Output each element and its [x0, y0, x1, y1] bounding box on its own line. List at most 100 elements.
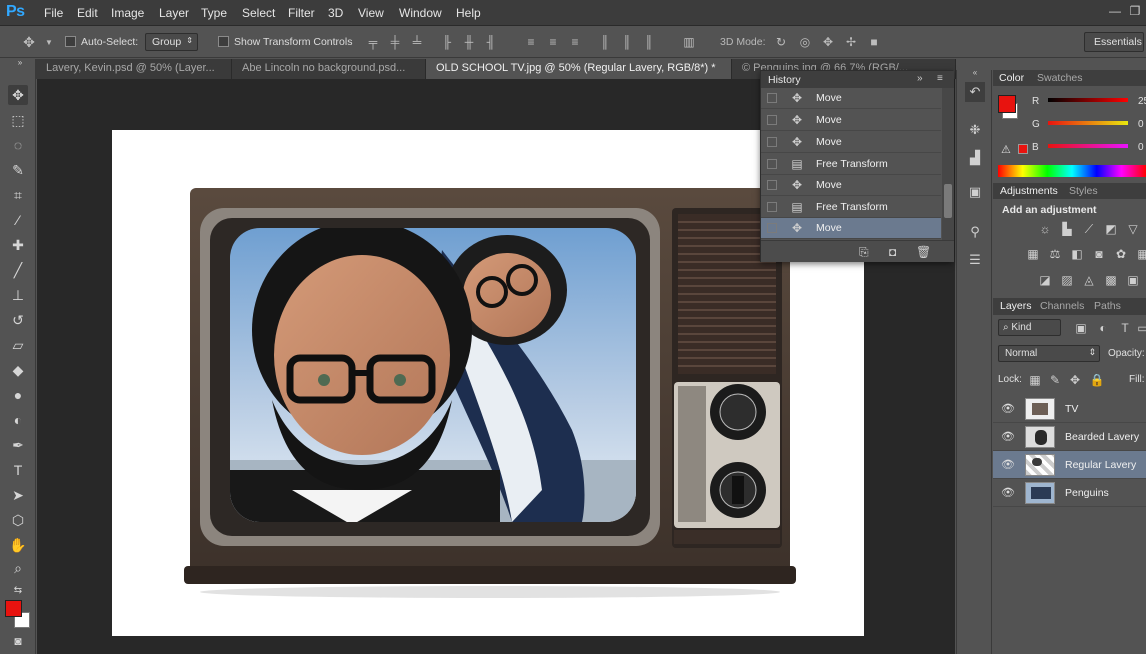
scrollbar-thumb[interactable]: [944, 184, 952, 218]
menu-type[interactable]: Type: [201, 6, 227, 20]
type-tool-icon[interactable]: T: [8, 460, 28, 480]
blur-tool-icon[interactable]: ●: [8, 385, 28, 405]
tab-layers[interactable]: Layers: [1000, 300, 1032, 312]
paint-bucket-tool-icon[interactable]: ◆: [8, 360, 28, 380]
menu-layer[interactable]: Layer: [159, 6, 189, 20]
layer-row[interactable]: 👁 TV: [993, 395, 1146, 423]
auto-align-icon[interactable]: ▥: [682, 35, 696, 49]
layer-filter-dropdown[interactable]: ⌕ Kind: [998, 319, 1061, 336]
visibility-eye-icon[interactable]: 👁: [1001, 459, 1015, 471]
layer-row[interactable]: 👁 Bearded Lavery: [993, 423, 1146, 451]
history-snapshot-checkbox[interactable]: [767, 159, 777, 169]
type-layer-filter-icon[interactable]: T: [1117, 321, 1133, 335]
history-item[interactable]: ✥ Move: [761, 110, 941, 131]
show-transform-checkbox[interactable]: [218, 36, 229, 47]
properties-panel-icon[interactable]: ▣: [965, 182, 985, 202]
channel-r-value[interactable]: 25: [1138, 96, 1146, 107]
channel-mixer-icon[interactable]: ✿: [1113, 247, 1129, 261]
levels-icon[interactable]: ▙: [1059, 222, 1075, 236]
path-selection-tool-icon[interactable]: ➤: [8, 485, 28, 505]
restore-button[interactable]: ❐: [1126, 4, 1144, 20]
history-item[interactable]: ✥ Move: [761, 175, 941, 196]
collapse-toolbar-icon[interactable]: »: [10, 59, 30, 67]
pen-tool-icon[interactable]: ✒: [8, 435, 28, 455]
histogram-panel-icon[interactable]: ▟: [965, 148, 985, 168]
green-slider[interactable]: [1048, 121, 1128, 125]
distribute-left-icon[interactable]: ║: [598, 35, 612, 49]
lock-pixels-icon[interactable]: ✎: [1047, 373, 1063, 387]
3d-scale-icon[interactable]: ■: [867, 35, 881, 49]
menu-view[interactable]: View: [358, 6, 384, 20]
camera-icon[interactable]: ◘: [889, 245, 896, 259]
history-item[interactable]: ✥ Move: [761, 132, 941, 153]
quick-mask-icon[interactable]: ◙: [8, 631, 28, 651]
layer-row[interactable]: 👁 Penguins: [993, 479, 1146, 507]
menu-window[interactable]: Window: [399, 6, 442, 20]
pixel-layer-filter-icon[interactable]: ▣: [1073, 321, 1089, 335]
distribute-bottom-icon[interactable]: ≡: [568, 35, 582, 49]
auto-select-dropdown[interactable]: Group ⇕: [145, 33, 198, 51]
history-panel-icon[interactable]: ↶: [965, 82, 985, 102]
history-snapshot-checkbox[interactable]: [767, 93, 777, 103]
healing-brush-tool-icon[interactable]: ✚: [8, 235, 28, 255]
layer-row-selected[interactable]: 👁 Regular Lavery: [993, 451, 1146, 479]
adjustment-layer-filter-icon[interactable]: ◐: [1095, 321, 1111, 335]
zoom-tool-icon[interactable]: ⌕: [8, 558, 28, 578]
tab-color[interactable]: Color: [999, 72, 1024, 84]
expand-dock-icon[interactable]: «: [965, 68, 985, 78]
history-item[interactable]: ▤ Free Transform: [761, 154, 941, 175]
blend-mode-dropdown[interactable]: Normal ⇕: [998, 345, 1100, 362]
move-tool-icon[interactable]: ✥: [8, 85, 28, 105]
brush-presets-icon[interactable]: ⚲: [965, 222, 985, 242]
menu-image[interactable]: Image: [111, 6, 144, 20]
document-canvas[interactable]: [112, 130, 864, 636]
lasso-tool-icon[interactable]: ◌: [8, 135, 28, 155]
quick-select-tool-icon[interactable]: ✎: [8, 160, 28, 180]
collapse-panel-icon[interactable]: »: [917, 73, 923, 84]
vibrance-icon[interactable]: ▽: [1125, 222, 1141, 236]
brush-tool-icon[interactable]: ╱: [8, 260, 28, 280]
auto-select-checkbox[interactable]: [65, 36, 76, 47]
red-slider[interactable]: [1048, 98, 1128, 102]
history-snapshot-checkbox[interactable]: [767, 223, 777, 233]
color-spectrum-ramp[interactable]: [998, 165, 1146, 177]
menu-filter[interactable]: Filter: [288, 6, 315, 20]
menu-edit[interactable]: Edit: [77, 6, 98, 20]
new-document-from-state-icon[interactable]: ⎘: [859, 245, 869, 260]
channel-g-value[interactable]: 0: [1138, 119, 1144, 130]
lock-all-icon[interactable]: 🔒: [1089, 373, 1105, 387]
posterize-icon[interactable]: ▨: [1059, 273, 1075, 287]
marquee-tool-icon[interactable]: ⬚: [8, 110, 28, 130]
curves-icon[interactable]: ⟋: [1081, 222, 1097, 236]
tab-channels[interactable]: Channels: [1040, 300, 1084, 312]
tab-old-school-tv[interactable]: OLD SCHOOL TV.jpg @ 50% (Regular Lavery,…: [426, 59, 732, 79]
hue-saturation-icon[interactable]: ▦: [1025, 247, 1041, 261]
menu-3d[interactable]: 3D: [328, 6, 343, 20]
lock-transparency-icon[interactable]: ▦: [1027, 373, 1043, 387]
visibility-eye-icon[interactable]: 👁: [1001, 487, 1015, 499]
threshold-icon[interactable]: ◬: [1081, 273, 1097, 287]
eyedropper-tool-icon[interactable]: ⁄: [8, 210, 28, 230]
blue-slider[interactable]: [1048, 144, 1128, 148]
history-item[interactable]: ▤ Free Transform: [761, 197, 941, 218]
tab-lavery-kevin[interactable]: Lavery, Kevin.psd @ 50% (Layer...: [36, 59, 232, 79]
3d-slide-icon[interactable]: ✢: [844, 35, 858, 49]
out-of-gamut-swatch[interactable]: [1018, 144, 1028, 154]
menu-select[interactable]: Select: [242, 6, 275, 20]
tab-paths[interactable]: Paths: [1094, 300, 1121, 312]
shape-layer-filter-icon[interactable]: ▭: [1135, 321, 1146, 335]
align-hcenter-icon[interactable]: ╫: [462, 35, 476, 49]
move-tool-preset-icon[interactable]: ✥: [22, 35, 36, 49]
workspace-switcher[interactable]: Essentials: [1084, 32, 1144, 52]
visibility-eye-icon[interactable]: 👁: [1001, 403, 1015, 415]
foreground-color-swatch[interactable]: [5, 600, 22, 617]
trash-icon[interactable]: 🗑: [916, 245, 931, 259]
history-item-selected[interactable]: ✥ Move: [761, 218, 941, 239]
clone-stamp-tool-icon[interactable]: ⊥: [8, 285, 28, 305]
visibility-eye-icon[interactable]: 👁: [1001, 431, 1015, 443]
hand-tool-icon[interactable]: ✋: [8, 535, 28, 555]
channel-b-value[interactable]: 0: [1138, 142, 1144, 153]
history-scrollbar[interactable]: [942, 88, 954, 240]
black-white-icon[interactable]: ◧: [1069, 247, 1085, 261]
align-right-icon[interactable]: ╢: [484, 35, 498, 49]
